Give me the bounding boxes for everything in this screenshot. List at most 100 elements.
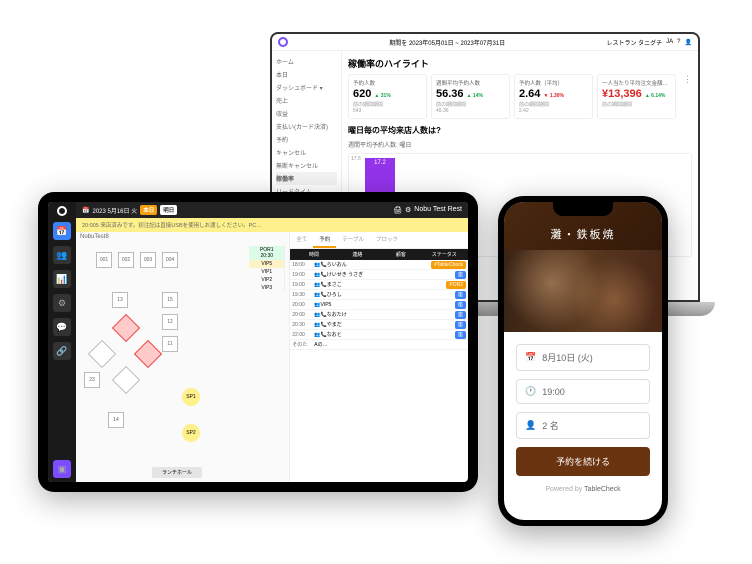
sidebar-item[interactable]: 予約 bbox=[276, 133, 337, 146]
powered-by: Powered by TableCheck bbox=[516, 486, 650, 493]
reservation-row[interactable]: 19:00👥📞まさこPOR2 bbox=[290, 280, 468, 290]
avatar-icon[interactable]: 👤 bbox=[685, 39, 692, 46]
reservation-row[interactable]: 22:00👥📞なおと座 bbox=[290, 330, 468, 340]
more-icon[interactable]: ⋮ bbox=[683, 74, 692, 119]
sidebar-item[interactable]: 支払い(カード決済) bbox=[276, 120, 337, 133]
calendar-icon[interactable]: 📅 bbox=[82, 207, 89, 214]
phone-hero: 灘・鉄板焼 bbox=[504, 202, 662, 332]
sidebar-item[interactable]: 売上 bbox=[276, 94, 337, 107]
period-selector[interactable]: 期間を 2023年05月01日 ~ 2023年07月31日 bbox=[292, 38, 602, 47]
table[interactable]: 001 bbox=[96, 252, 112, 268]
lang-switch[interactable]: JA bbox=[666, 39, 673, 45]
person-icon: 👤 bbox=[525, 420, 536, 431]
sidebar-item[interactable]: ホーム bbox=[276, 55, 337, 68]
table[interactable]: 004 bbox=[162, 252, 178, 268]
sidebar-item[interactable]: 収益 bbox=[276, 107, 337, 120]
sidebar-item[interactable]: ダッシュボード ▾ bbox=[276, 81, 337, 94]
table-diamond[interactable] bbox=[134, 340, 162, 368]
phone-screen: 灘・鉄板焼 📅8月10日 (火) 🕐19:00 👤2 名 予約を続ける Powe… bbox=[504, 202, 662, 520]
table-diamond[interactable] bbox=[88, 340, 116, 368]
metric-card[interactable]: 予約人数（平均） 2.64 ▼ 1.30% 前の期間期間 2.42 bbox=[514, 74, 593, 119]
tomorrow-button[interactable]: 明日 bbox=[160, 205, 177, 215]
tab[interactable]: 全て bbox=[290, 232, 313, 248]
table[interactable]: 23 bbox=[84, 372, 100, 388]
metric-card[interactable]: 予約人数 620 ▲ 31% 前の期間期間 543 bbox=[348, 74, 427, 119]
seat[interactable]: POR120:30 bbox=[249, 246, 285, 260]
reservation-row[interactable]: 19:00👥📞けいせき うさぎ座 bbox=[290, 270, 468, 280]
continue-button[interactable]: 予約を続ける bbox=[516, 447, 650, 476]
sidebar-item[interactable]: 本日 bbox=[276, 68, 337, 81]
time-field[interactable]: 🕐19:00 bbox=[516, 379, 650, 404]
hall-label[interactable]: ランチホール bbox=[152, 467, 202, 478]
phone-notch bbox=[553, 202, 613, 216]
restaurant-name[interactable]: レストラン タニグチ bbox=[606, 38, 662, 47]
tab[interactable]: ブロック bbox=[370, 232, 404, 248]
date-display[interactable]: 2023 5月16日 火 bbox=[92, 206, 137, 215]
floor-plan[interactable]: NobuTest8 001 002 003 004 13 15 12 11 23… bbox=[76, 232, 289, 482]
y-tick: 17.5 bbox=[351, 156, 361, 162]
chart-subtitle: 週間平均予約人数: 曜日 bbox=[348, 140, 692, 149]
table[interactable]: 15 bbox=[162, 292, 178, 308]
table[interactable]: 11 bbox=[162, 336, 178, 352]
tablet-topbar: 📅 2023 5月16日 火 本日 明日 🖨 ⚙ Nobu Test Rest bbox=[76, 202, 468, 218]
reservation-row[interactable]: そのたAの… bbox=[290, 340, 468, 350]
reservation-row[interactable]: 20:00👥VIP5座 bbox=[290, 300, 468, 310]
rail-icon[interactable]: ⚙ bbox=[53, 294, 71, 312]
chart-title: 曜日毎の平均来店人数は? bbox=[348, 125, 692, 136]
logo-icon bbox=[57, 206, 67, 216]
rail-calendar-icon[interactable]: 📅 bbox=[53, 222, 71, 240]
reservation-row[interactable]: 19:30👥📞ひろし座 bbox=[290, 290, 468, 300]
help-icon[interactable]: ? bbox=[677, 39, 680, 45]
user-label: Nobu Test Rest bbox=[414, 206, 462, 214]
table-diamond[interactable] bbox=[112, 314, 140, 342]
sidebar-item[interactable]: キャンセル bbox=[276, 146, 337, 159]
laptop-header: 期間を 2023年05月01日 ~ 2023年07月31日 レストラン タニグチ… bbox=[272, 34, 698, 51]
guests-field[interactable]: 👤2 名 bbox=[516, 412, 650, 439]
reservation-row[interactable]: 18:00👥📞らいおん#TableCheck bbox=[290, 260, 468, 270]
seat[interactable]: VIP2 bbox=[249, 276, 285, 284]
reservation-row[interactable]: 20:30👥📞やまだ座 bbox=[290, 320, 468, 330]
metric-card[interactable]: 一人当たり平均注文金額… ¥13,396 ▲ 6.14% 前の期間期間 bbox=[597, 74, 676, 119]
rail-icon[interactable]: ▣ bbox=[53, 460, 71, 478]
seat[interactable]: VIP3 bbox=[249, 284, 285, 292]
table[interactable]: 12 bbox=[162, 314, 178, 330]
tab-active[interactable]: 予約 bbox=[313, 232, 336, 248]
rail-icon[interactable]: 💬 bbox=[53, 318, 71, 336]
logo-icon bbox=[278, 37, 288, 47]
tablet-device: 📅 👥 📊 ⚙ 💬 🔗 ▣ 📅 2023 5月16日 火 本日 明日 🖨 ⚙ N… bbox=[38, 192, 478, 492]
rail-icon[interactable]: 📊 bbox=[53, 270, 71, 288]
reservation-list: 18:00👥📞らいおん#TableCheck 19:00👥📞けいせき うさぎ座 … bbox=[290, 260, 468, 350]
notice-bar: 20:005 来店済みです。初注記は直接USBを使用しお渡しください。PC… bbox=[76, 218, 468, 232]
table[interactable]: 13 bbox=[112, 292, 128, 308]
rail-icon[interactable]: 👥 bbox=[53, 246, 71, 264]
table[interactable]: 14 bbox=[108, 412, 124, 428]
reservation-row[interactable]: 20:00👥📞なおたけ座 bbox=[290, 310, 468, 320]
tablet-screen: 📅 👥 📊 ⚙ 💬 🔗 ▣ 📅 2023 5月16日 火 本日 明日 🖨 ⚙ N… bbox=[48, 202, 468, 482]
reservation-panel: 全て 予約 テーブル ブロック 時間 連絡 顧客 ステータス 18:00👥📞らい… bbox=[289, 232, 468, 482]
sidebar-item[interactable]: 無断キャンセル bbox=[276, 159, 337, 172]
date-field[interactable]: 📅8月10日 (火) bbox=[516, 344, 650, 371]
table[interactable]: 003 bbox=[140, 252, 156, 268]
table-special[interactable]: SP2 bbox=[182, 424, 200, 442]
hero-image bbox=[504, 250, 662, 332]
metrics-row: 予約人数 620 ▲ 31% 前の期間期間 543 週間平均予約人数 56.36… bbox=[348, 74, 692, 119]
table-diamond[interactable] bbox=[112, 366, 140, 394]
metric-card[interactable]: 週間平均予約人数 56.36 ▲ 14% 前の期間期間 49.36 bbox=[431, 74, 510, 119]
phone-device: 灘・鉄板焼 📅8月10日 (火) 🕐19:00 👤2 名 予約を続ける Powe… bbox=[498, 196, 668, 526]
sidebar-item-active[interactable]: 稼働率 bbox=[276, 172, 337, 185]
booking-form: 📅8月10日 (火) 🕐19:00 👤2 名 予約を続ける Powered by… bbox=[504, 332, 662, 505]
clock-icon: 🕐 bbox=[525, 386, 536, 397]
seat[interactable]: VIP1 bbox=[249, 268, 285, 276]
calendar-icon: 📅 bbox=[525, 352, 536, 363]
print-icon[interactable]: 🖨 bbox=[393, 206, 402, 214]
rail-icon[interactable]: 🔗 bbox=[53, 342, 71, 360]
seat[interactable]: VIP5 bbox=[249, 260, 285, 268]
settings-icon[interactable]: ⚙ bbox=[405, 206, 411, 214]
tab[interactable]: テーブル bbox=[336, 232, 370, 248]
table[interactable]: 002 bbox=[118, 252, 134, 268]
section-title: 稼働率のハイライト bbox=[348, 57, 692, 70]
table-special[interactable]: SP1 bbox=[182, 388, 200, 406]
list-header: 時間 連絡 顧客 ステータス bbox=[290, 249, 468, 260]
restaurant-title: 灘・鉄板焼 bbox=[504, 226, 662, 242]
today-button[interactable]: 本日 bbox=[140, 205, 157, 215]
